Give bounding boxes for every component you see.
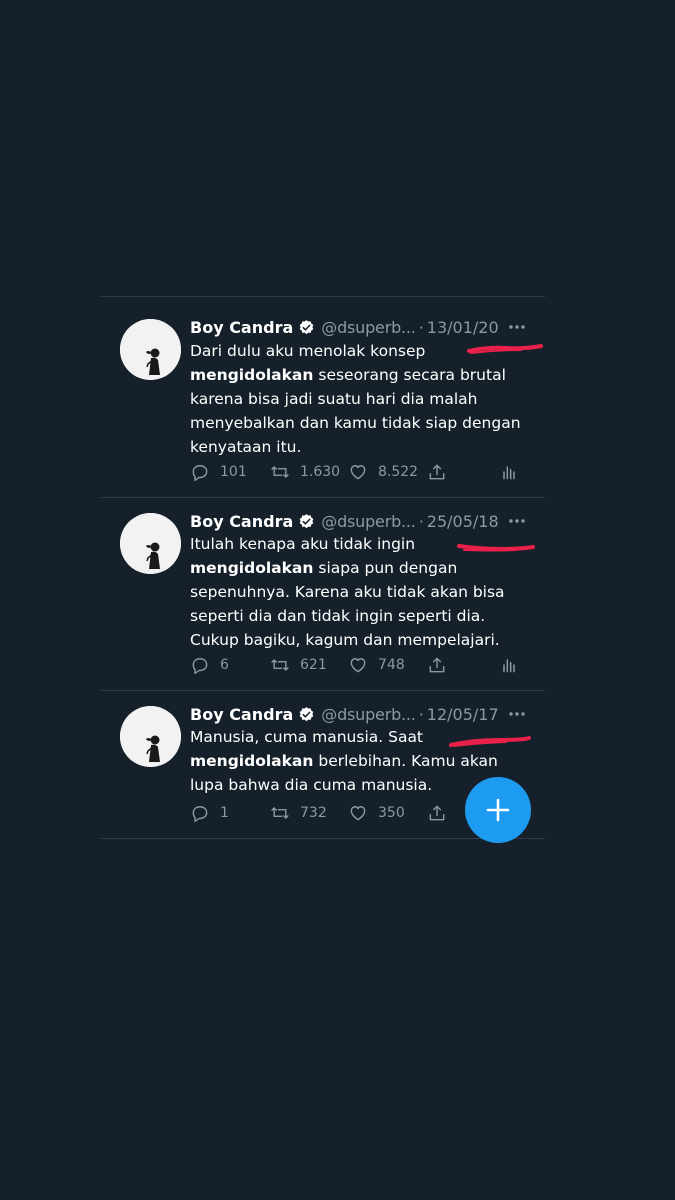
separator: · [418, 317, 424, 337]
like-count: 350 [378, 805, 405, 821]
tweet-actions: 6 621 748 [190, 655, 530, 675]
analytics-icon [499, 462, 519, 482]
author-name[interactable]: Boy Candra [190, 705, 293, 724]
tweet-actions: 101 1.630 8.522 [190, 462, 530, 482]
tweet-text: Dari dulu aku menolak konsep mengidolaka… [190, 342, 521, 456]
author-handle[interactable]: @dsuperb... [321, 512, 416, 531]
tweet-date[interactable]: 25/05/18 [427, 512, 499, 531]
heart-icon [348, 655, 368, 675]
retweet-button[interactable]: 621 [270, 655, 327, 675]
reply-icon [190, 803, 210, 823]
share-button[interactable] [427, 803, 447, 823]
more-options-icon[interactable] [507, 317, 527, 337]
retweet-count: 621 [300, 657, 327, 673]
retweet-icon [270, 655, 290, 675]
verified-badge-icon [298, 319, 315, 336]
retweet-button[interactable]: 732 [270, 803, 327, 823]
analytics-icon [499, 655, 519, 675]
more-options-icon[interactable] [507, 511, 527, 531]
like-count: 748 [378, 657, 405, 673]
analytics-button[interactable] [499, 655, 519, 675]
avatar[interactable] [120, 319, 181, 380]
share-button[interactable] [427, 655, 447, 675]
retweet-count: 732 [300, 805, 327, 821]
highlight-word: mengidolakan [190, 559, 314, 577]
like-button[interactable]: 748 [348, 655, 405, 675]
tweet-header: Boy Candra @dsuperb... · 25/05/18 [190, 509, 527, 533]
tweet-header: Boy Candra @dsuperb... · 12/05/17 [190, 702, 527, 726]
author-name[interactable]: Boy Candra [190, 512, 293, 531]
reply-count: 1 [220, 805, 229, 821]
retweet-button[interactable]: 1.630 [270, 462, 340, 482]
avatar[interactable] [120, 513, 181, 574]
share-icon [427, 803, 447, 823]
tweet-1[interactable]: Boy Candra @dsuperb... · 13/01/20 Dari d… [101, 297, 545, 497]
plus-icon [486, 798, 510, 822]
tweet-header: Boy Candra @dsuperb... · 13/01/20 [190, 315, 527, 339]
author-handle[interactable]: @dsuperb... [321, 705, 416, 724]
avatar[interactable] [120, 706, 181, 767]
tweet-text: Itulah kenapa aku tidak ingin mengidolak… [190, 535, 505, 649]
retweet-icon [270, 803, 290, 823]
share-icon [427, 655, 447, 675]
reply-button[interactable]: 1 [190, 803, 229, 823]
reply-icon [190, 462, 210, 482]
compose-tweet-button[interactable] [465, 777, 531, 843]
analytics-button[interactable] [499, 462, 519, 482]
reply-count: 101 [220, 464, 247, 480]
heart-icon [348, 462, 368, 482]
separator: · [418, 511, 424, 531]
like-count: 8.522 [378, 464, 419, 480]
heart-icon [348, 803, 368, 823]
retweet-count: 1.630 [300, 464, 341, 480]
tweet-2[interactable]: Boy Candra @dsuperb... · 25/05/18 Itulah… [101, 497, 545, 690]
like-button[interactable]: 350 [348, 803, 405, 823]
highlight-word: mengidolakan [190, 752, 314, 770]
author-name[interactable]: Boy Candra [190, 318, 293, 337]
verified-badge-icon [298, 706, 315, 723]
author-handle[interactable]: @dsuperb... [321, 318, 416, 337]
avatar-image [120, 513, 181, 574]
separator: · [418, 704, 424, 724]
avatar-image [120, 706, 181, 767]
reply-button[interactable]: 101 [190, 462, 247, 482]
more-options-icon[interactable] [507, 704, 527, 724]
share-button[interactable] [427, 462, 447, 482]
tweet-date[interactable]: 13/01/20 [427, 318, 499, 337]
avatar-image [120, 319, 181, 380]
divider-bottom [101, 838, 545, 839]
reply-button[interactable]: 6 [190, 655, 229, 675]
reply-icon [190, 655, 210, 675]
share-icon [427, 462, 447, 482]
verified-badge-icon [298, 513, 315, 530]
tweet-date[interactable]: 12/05/17 [427, 705, 499, 724]
reply-count: 6 [220, 657, 229, 673]
retweet-icon [270, 462, 290, 482]
like-button[interactable]: 8.522 [348, 462, 418, 482]
highlight-word: mengidolakan [190, 366, 314, 384]
